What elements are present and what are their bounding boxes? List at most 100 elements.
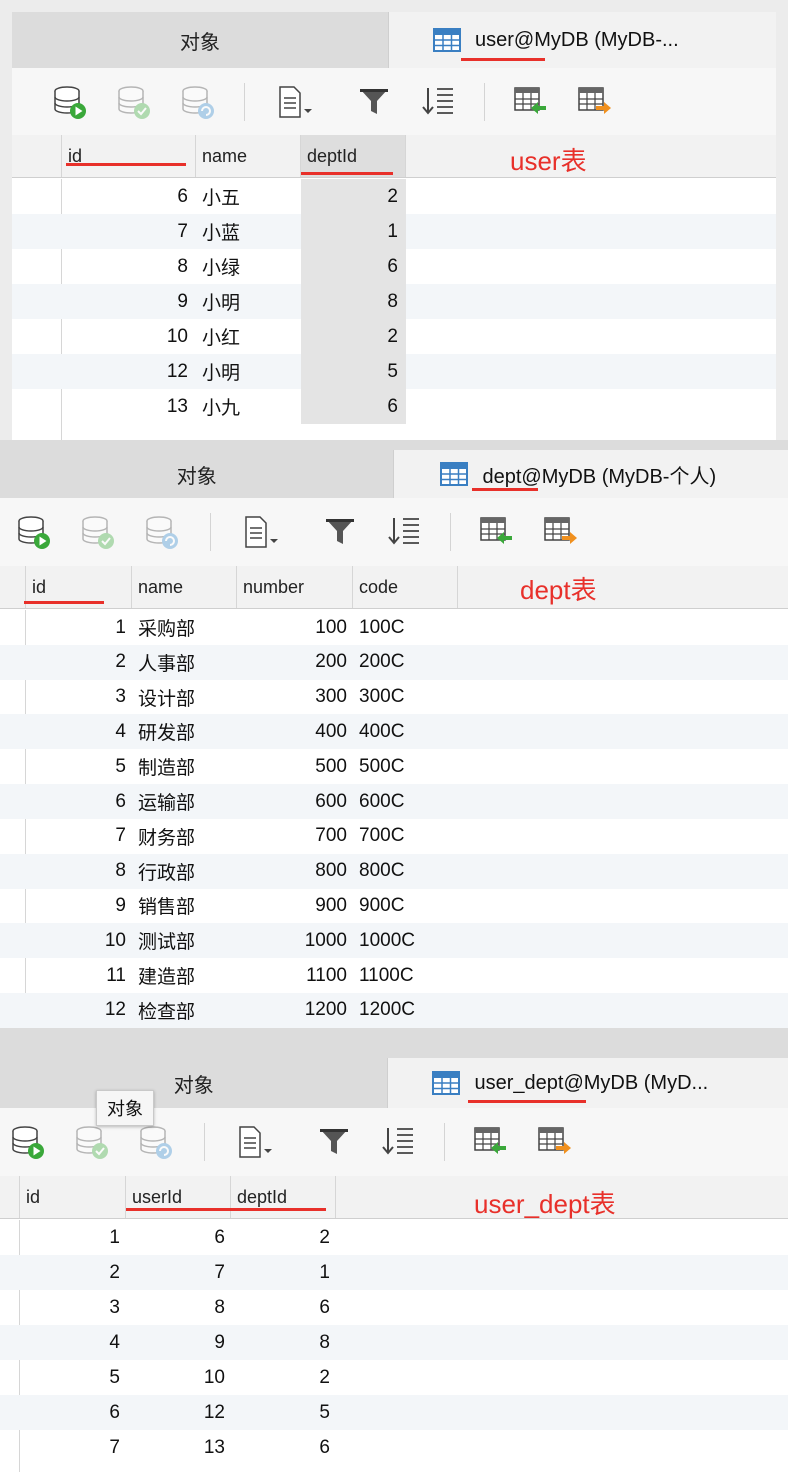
filter-icon[interactable] bbox=[354, 82, 394, 122]
table-row[interactable]: 386 bbox=[0, 1290, 788, 1325]
cell-id[interactable]: 5 bbox=[20, 1360, 126, 1395]
table-row[interactable]: 7 小蓝 1 bbox=[12, 214, 776, 249]
table-row[interactable]: 4 研发部 400 400C bbox=[0, 714, 788, 750]
document-icon[interactable] bbox=[276, 82, 316, 122]
cell-userid[interactable]: 9 bbox=[126, 1325, 231, 1360]
cell-id[interactable]: 6 bbox=[20, 1395, 126, 1430]
table-row[interactable]: 10 小红 2 bbox=[12, 319, 776, 354]
cell-id[interactable]: 11 bbox=[26, 958, 132, 993]
cell-id[interactable]: 1 bbox=[26, 610, 132, 645]
export-table-icon[interactable] bbox=[534, 1122, 574, 1162]
cell-deptid[interactable]: 2 bbox=[301, 179, 406, 214]
sort-icon[interactable] bbox=[378, 1122, 418, 1162]
cell-id[interactable]: 10 bbox=[62, 319, 196, 354]
import-table-icon[interactable] bbox=[470, 1122, 510, 1162]
cell-number[interactable]: 800 bbox=[237, 854, 353, 889]
sort-icon[interactable] bbox=[418, 82, 458, 122]
cell-name[interactable]: 财务部 bbox=[132, 819, 237, 854]
cell-name[interactable]: 小绿 bbox=[196, 249, 301, 284]
table-row[interactable]: 5 制造部 500 500C bbox=[0, 749, 788, 784]
cell-id[interactable]: 3 bbox=[20, 1290, 126, 1325]
cell-id[interactable]: 9 bbox=[26, 888, 132, 923]
cell-code[interactable]: 1000C bbox=[353, 923, 458, 958]
import-table-icon[interactable] bbox=[510, 82, 550, 122]
col-number-header[interactable]: number bbox=[237, 566, 353, 608]
table-row[interactable]: 6 运输部 600 600C bbox=[0, 784, 788, 819]
cell-code[interactable]: 900C bbox=[353, 888, 458, 923]
cell-id[interactable]: 7 bbox=[26, 819, 132, 854]
table-row[interactable]: 8 小绿 6 bbox=[12, 249, 776, 284]
cell-deptid[interactable]: 5 bbox=[231, 1395, 336, 1430]
db-commit-icon[interactable] bbox=[72, 1122, 112, 1162]
cell-code[interactable]: 100C bbox=[353, 610, 458, 645]
cell-name[interactable]: 建造部 bbox=[132, 958, 237, 993]
cell-id[interactable]: 12 bbox=[26, 993, 132, 1028]
table-row[interactable]: 11 建造部 1100 1100C bbox=[0, 958, 788, 993]
cell-code[interactable]: 500C bbox=[353, 749, 458, 784]
cell-code[interactable]: 1200C bbox=[353, 993, 458, 1028]
cell-name[interactable]: 小五 bbox=[196, 179, 301, 214]
cell-deptid[interactable]: 2 bbox=[231, 1360, 336, 1395]
cell-userid[interactable]: 8 bbox=[126, 1290, 231, 1325]
cell-number[interactable]: 700 bbox=[237, 819, 353, 854]
cell-name[interactable]: 行政部 bbox=[132, 854, 237, 889]
export-table-icon[interactable] bbox=[540, 512, 580, 552]
cell-userid[interactable]: 10 bbox=[126, 1360, 231, 1395]
cell-id[interactable]: 12 bbox=[62, 354, 196, 389]
cell-number[interactable]: 300 bbox=[237, 680, 353, 715]
db-refresh-icon[interactable] bbox=[136, 1122, 176, 1162]
cell-name[interactable]: 运输部 bbox=[132, 784, 237, 819]
cell-id[interactable]: 9 bbox=[62, 284, 196, 319]
db-run-icon[interactable] bbox=[14, 512, 54, 552]
cell-id[interactable]: 7 bbox=[62, 214, 196, 249]
cell-number[interactable]: 1200 bbox=[237, 993, 353, 1028]
cell-deptid[interactable]: 8 bbox=[301, 284, 406, 319]
cell-name[interactable]: 小红 bbox=[196, 319, 301, 354]
cell-number[interactable]: 400 bbox=[237, 714, 353, 749]
cell-id[interactable]: 2 bbox=[20, 1255, 126, 1290]
table-row[interactable]: 9 小明 8 bbox=[12, 284, 776, 319]
table-row[interactable]: 12 检查部 1200 1200C bbox=[0, 992, 788, 1028]
cell-id[interactable]: 13 bbox=[62, 389, 196, 424]
tab-user-dept-table[interactable]: user_dept@MyDB (MyD... bbox=[388, 1058, 788, 1108]
col-deptid-header[interactable]: deptId bbox=[301, 135, 406, 177]
table-row[interactable]: 6 小五 2 bbox=[12, 179, 776, 214]
col-code-header[interactable]: code bbox=[353, 566, 458, 608]
db-commit-icon[interactable] bbox=[114, 82, 154, 122]
cell-number[interactable]: 900 bbox=[237, 888, 353, 923]
cell-number[interactable]: 1000 bbox=[237, 923, 353, 958]
cell-name[interactable]: 小明 bbox=[196, 284, 301, 319]
table-row[interactable]: 162 bbox=[0, 1220, 788, 1255]
cell-deptid[interactable]: 6 bbox=[231, 1290, 336, 1325]
cell-id[interactable]: 10 bbox=[26, 923, 132, 958]
cell-deptid[interactable]: 6 bbox=[231, 1430, 336, 1465]
cell-deptid[interactable]: 6 bbox=[301, 249, 406, 284]
filter-icon[interactable] bbox=[314, 1122, 354, 1162]
table-row[interactable]: 1 采购部 100 100C bbox=[0, 610, 788, 645]
cell-name[interactable]: 设计部 bbox=[132, 680, 237, 715]
cell-deptid[interactable]: 6 bbox=[301, 389, 406, 424]
cell-deptid[interactable]: 2 bbox=[231, 1220, 336, 1255]
cell-userid[interactable]: 13 bbox=[126, 1430, 231, 1465]
table-row[interactable]: 6 12 5 bbox=[0, 1395, 788, 1430]
cell-name[interactable]: 测试部 bbox=[132, 923, 237, 958]
document-icon[interactable] bbox=[236, 1122, 276, 1162]
cell-deptid[interactable]: 8 bbox=[231, 1325, 336, 1360]
col-deptid-header[interactable]: deptId bbox=[231, 1176, 336, 1218]
col-name-header[interactable]: name bbox=[132, 566, 237, 608]
table-row[interactable]: 3 设计部 300 300C bbox=[0, 680, 788, 715]
cell-number[interactable]: 100 bbox=[237, 610, 353, 645]
table-row[interactable]: 13 小九 6 bbox=[12, 389, 776, 424]
cell-id[interactable]: 5 bbox=[26, 749, 132, 784]
db-refresh-icon[interactable] bbox=[142, 512, 182, 552]
filter-icon[interactable] bbox=[320, 512, 360, 552]
import-table-icon[interactable] bbox=[476, 512, 516, 552]
cell-name[interactable]: 采购部 bbox=[132, 610, 237, 645]
cell-id[interactable]: 4 bbox=[26, 714, 132, 749]
cell-deptid[interactable]: 1 bbox=[301, 214, 406, 249]
db-commit-icon[interactable] bbox=[78, 512, 118, 552]
export-table-icon[interactable] bbox=[574, 82, 614, 122]
cell-id[interactable]: 4 bbox=[20, 1325, 126, 1360]
sort-icon[interactable] bbox=[384, 512, 424, 552]
cell-id[interactable]: 3 bbox=[26, 680, 132, 715]
